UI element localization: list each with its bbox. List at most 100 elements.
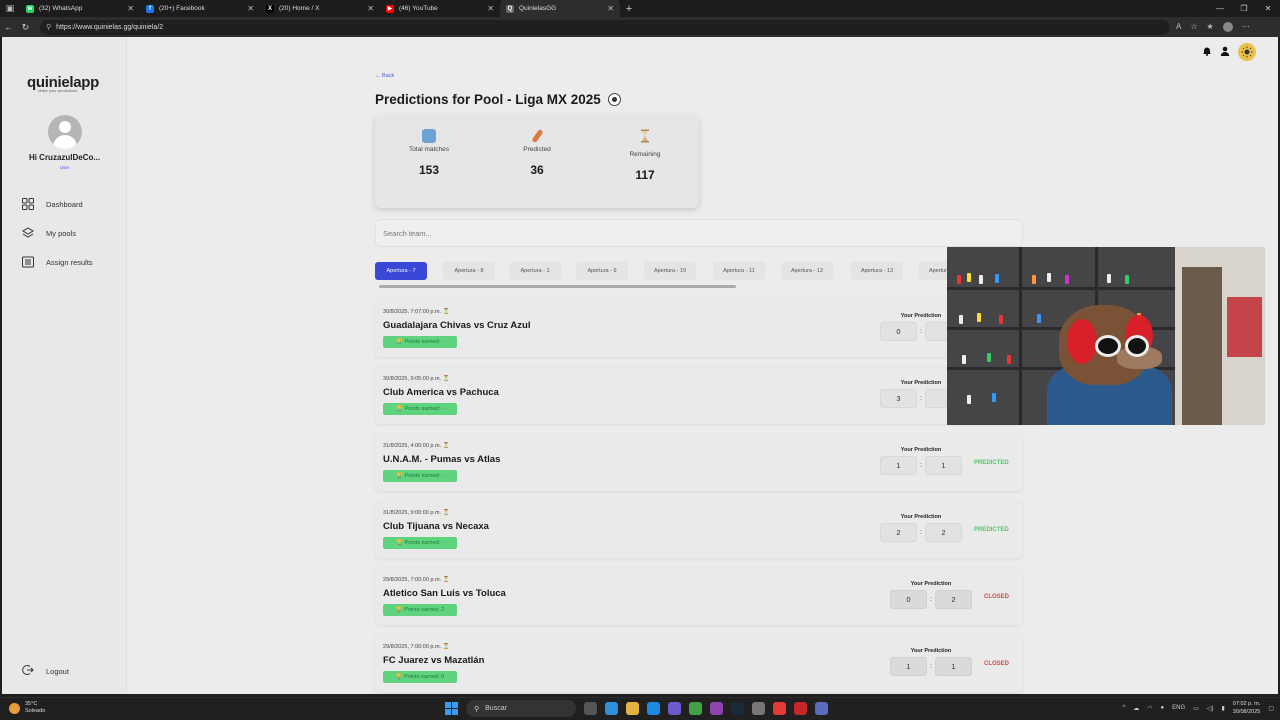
restore-icon[interactable]: ❐ [1232,4,1256,13]
prediction-label: Your Prediction [910,648,952,654]
back-link[interactable]: ← Back [375,73,394,79]
soccer-ball-icon [607,93,621,106]
app-icon[interactable] [752,702,765,715]
tab-youtube[interactable]: ▶ (46) YouTube ✕ [380,0,500,17]
points-badge: 🏆 Points earned: - [383,336,457,348]
language-indicator[interactable]: ENG [1172,705,1185,711]
match-teams: FC Juarez vs Mazatlán [383,655,485,666]
prediction-group: Your Prediction 0 : 2 [890,581,972,609]
chevron-up-icon[interactable]: ^ [1122,705,1125,711]
mic-icon[interactable]: ● [1161,705,1165,711]
windows-start-icon[interactable] [445,702,458,715]
read-aloud-icon[interactable]: A [1176,22,1181,32]
bell-icon[interactable] [1202,43,1212,61]
url-text: https://www.quinielas.gg/quiniela/2 [56,23,164,31]
reload-icon[interactable]: ↻ [17,22,34,33]
away-score-input[interactable]: 1 [924,456,962,475]
tab-actions-icon[interactable]: ▣ [0,0,20,17]
network-icon[interactable]: ▭ [1193,705,1199,712]
minimize-icon[interactable]: — [1208,4,1232,13]
round-tab[interactable]: Apertura - 1 [509,262,561,280]
app-icon[interactable] [794,702,807,715]
home-score-input[interactable]: 3 [880,389,917,408]
browser-app-icon[interactable] [647,702,660,715]
logout-button[interactable]: Logout [22,664,69,678]
more-menu-icon[interactable]: ⋯ [1242,22,1250,32]
discord-icon[interactable] [815,702,828,715]
match-teams: Club America vs Pachuca [383,387,499,398]
round-tab[interactable]: Apertura - 10 [644,262,696,280]
sidebar-item-dashboard[interactable]: Dashboard [22,198,83,210]
tab-facebook[interactable]: f (20+) Facebook ✕ [140,0,260,17]
site-info-icon[interactable]: ⚲ [46,23,51,31]
round-tab[interactable]: Apertura - 14 [919,262,950,280]
sidebar-item-label: Dashboard [46,199,83,209]
task-view-icon[interactable] [584,702,597,715]
file-explorer-icon[interactable] [626,702,639,715]
battery-icon[interactable]: ▮ [1221,705,1224,712]
new-tab-button[interactable]: + [620,3,638,15]
close-icon[interactable]: ✕ [367,4,374,13]
round-tab[interactable]: Apertura - 9 [576,262,628,280]
weather-condition: Soleado [25,708,46,714]
home-score-input[interactable]: 2 [880,523,917,542]
search-input[interactable] [383,228,1015,238]
tab-quinielas[interactable]: Q QuinielasGG ✕ [500,0,620,17]
user-avatar-icon [48,115,82,149]
stat-predicted: Predicted 36 [483,115,591,208]
round-tab[interactable]: Apertura - 11 [713,262,765,280]
sidebar-item-my-pools[interactable]: My pools [22,227,76,239]
layers-icon [22,227,34,239]
favorites-icon[interactable]: ★ [1207,22,1214,32]
vs-app-icon[interactable] [668,702,681,715]
address-bar: ← ↻ ⚲ https://www.quinielas.gg/quiniela/… [0,17,1280,37]
profile-avatar-icon[interactable] [1222,22,1233,32]
taskbar: 35°C Soleado ⚲ Buscar ^ ☁ ◠ ● ENG ▭ ◁) ▮… [0,697,1280,720]
favorite-star-icon[interactable]: ☆ [1190,22,1197,32]
notification-icon[interactable]: ▢ [1268,705,1274,712]
taskbar-search[interactable]: ⚲ Buscar [466,700,576,717]
close-icon[interactable]: ✕ [607,4,614,13]
home-score-input[interactable]: 0 [880,322,917,341]
theme-toggle-sun-icon[interactable] [1238,43,1256,61]
match-teams: Atletico San Luis vs Toluca [383,588,506,599]
taskbar-search-label: Buscar [485,705,507,712]
away-score-input[interactable]: 2 [924,523,962,542]
stat-value: 36 [530,163,544,177]
chrome-icon[interactable] [773,702,786,715]
back-arrow-icon[interactable]: ← [0,22,17,32]
round-tab[interactable]: Apertura - 8 [443,262,495,280]
xbox-icon[interactable] [689,702,702,715]
close-icon[interactable]: ✕ [247,4,254,13]
prediction-label: Your Prediction [900,313,942,319]
close-window-icon[interactable]: ✕ [1256,4,1280,13]
url-field[interactable]: ⚲ https://www.quinielas.gg/quiniela/2 [40,19,1170,35]
steam-icon[interactable] [731,702,744,715]
volume-icon[interactable]: ◁) [1207,705,1214,712]
match-date: 31/8/2025, 9:00:00 p.m. ⏳ [383,510,450,516]
match-card: 30/8/2025, 9:05:00 p.m. ⏳ Club America v… [375,366,1023,424]
clock[interactable]: 07:02 p. m. 30/08/2025 [1233,700,1261,716]
cloud-icon[interactable]: ☁ [1133,705,1139,712]
user-greeting: Hi CruzazulDeCo... [28,153,101,162]
wifi-icon[interactable]: ◠ [1147,705,1152,712]
prediction-group: Your Prediction 1 : 1 [880,447,962,475]
box-icon [422,129,436,143]
tab-whatsapp[interactable]: w (32) WhatsApp ✕ [20,0,140,17]
page-title: Predictions for Pool - Liga MX 2025 [375,92,621,107]
webcam-overlay [947,247,1265,425]
round-tab[interactable]: Apertura - 12 [781,262,833,280]
round-tabs-scrollbar[interactable] [379,285,736,288]
close-icon[interactable]: ✕ [127,4,134,13]
user-icon[interactable] [1220,43,1230,61]
home-score-input[interactable]: 1 [880,456,917,475]
stat-label: Remaining [629,151,661,158]
close-icon[interactable]: ✕ [487,4,494,13]
weather-widget[interactable]: 35°C Soleado [9,701,45,715]
app-icon[interactable] [710,702,723,715]
round-tab[interactable]: Apertura - 7 [375,262,427,280]
round-tab[interactable]: Apertura - 13 [851,262,903,280]
edge-icon[interactable] [605,702,618,715]
tab-x[interactable]: X (20) Home / X ✕ [260,0,380,17]
sidebar-item-assign-results[interactable]: Assign results [22,256,93,268]
